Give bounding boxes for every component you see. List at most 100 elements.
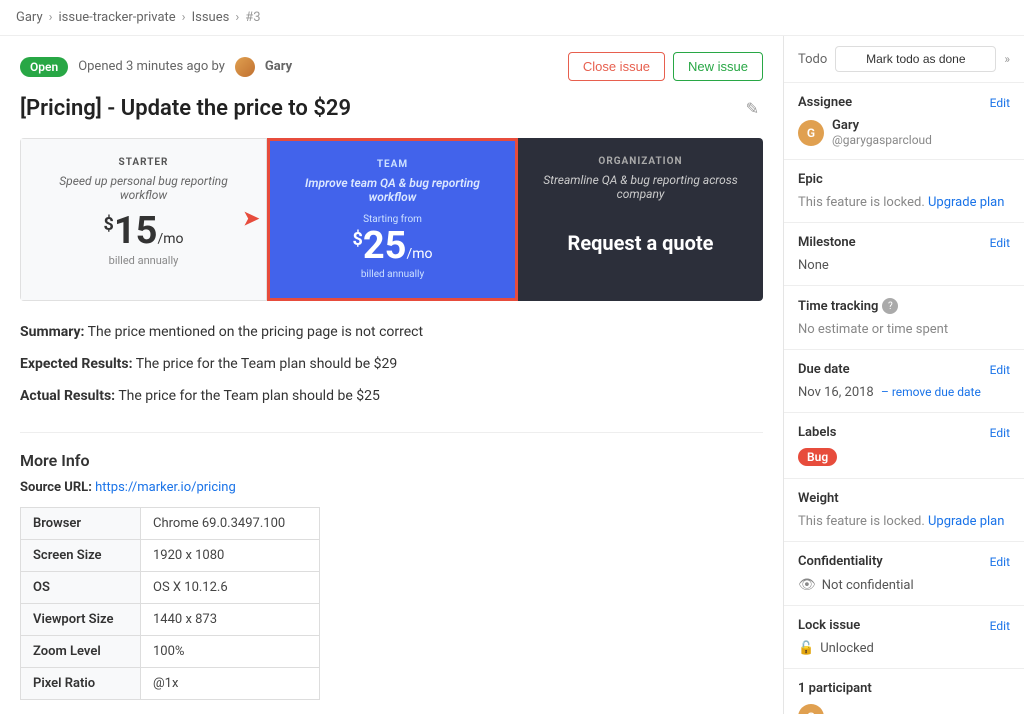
todo-bar: Todo Mark todo as done » [784, 36, 1024, 83]
table-cell-value: Chrome 69.0.3497.100 [141, 507, 320, 539]
team-desc: Improve team QA & bug reporting workflow [284, 176, 501, 204]
table-cell-key: Browser [21, 507, 141, 539]
team-note: billed annually [361, 269, 424, 280]
breadcrumb-issues[interactable]: Issues [192, 10, 230, 25]
assignee-row: G Gary @garygasparcloud [798, 118, 1010, 147]
new-issue-button[interactable]: New issue [673, 52, 763, 81]
epic-upgrade-link[interactable]: Upgrade plan [928, 195, 1004, 210]
starter-label: STARTER [119, 157, 169, 168]
source-url-link[interactable]: https://marker.io/pricing [95, 480, 236, 495]
close-issue-button[interactable]: Close issue [568, 52, 665, 81]
table-cell-value: @1x [141, 667, 320, 699]
labels-section: Labels Edit Bug [784, 413, 1024, 479]
pricing-image: STARTER Speed up personal bug reporting … [20, 138, 763, 301]
more-info-section: More Info Source URL: https://marker.io/… [20, 451, 763, 700]
epic-header: Epic [798, 172, 1010, 187]
table-row: Viewport Size1440 x 873 [21, 603, 320, 635]
org-cta: Request a quote [568, 231, 714, 255]
lock-value: Unlocked [820, 641, 874, 656]
participants-title: 1 participant [798, 681, 872, 696]
lock-title: Lock issue [798, 618, 860, 633]
time-tracking-title: Time tracking [798, 299, 878, 314]
table-cell-value: OS X 10.12.6 [141, 571, 320, 603]
todo-chevron-icon[interactable]: » [1004, 52, 1010, 66]
table-row: OSOS X 10.12.6 [21, 571, 320, 603]
table-cell-value: 100% [141, 635, 320, 667]
table-cell-value: 1920 x 1080 [141, 539, 320, 571]
mark-todo-done-button[interactable]: Mark todo as done [835, 46, 996, 72]
expected-paragraph: Expected Results: The price for the Team… [20, 353, 763, 375]
team-label: TEAM [377, 159, 408, 170]
milestone-edit-link[interactable]: Edit [990, 236, 1010, 250]
confidentiality-header: Confidentiality Edit [798, 554, 1010, 569]
card-team: ➤ TEAM Improve team QA & bug reporting w… [267, 138, 518, 301]
label-bug-badge: Bug [798, 448, 837, 466]
table-cell-key: Viewport Size [21, 603, 141, 635]
table-row: Zoom Level100% [21, 635, 320, 667]
epic-locked-text: This feature is locked. Upgrade plan [798, 195, 1010, 210]
labels-header: Labels Edit [798, 425, 1010, 440]
time-tracking-header: Time tracking ? [798, 298, 1010, 314]
weight-header: Weight [798, 491, 1010, 506]
red-arrow-icon: ➤ [242, 207, 260, 232]
time-info-icon[interactable]: ? [882, 298, 898, 314]
table-cell-key: OS [21, 571, 141, 603]
status-badge: Open [20, 57, 68, 77]
issue-meta: Open Opened 3 minutes ago by Gary [20, 57, 292, 77]
due-date-section: Due date Edit Nov 16, 2018 – remove due … [784, 350, 1024, 413]
due-date-edit-link[interactable]: Edit [990, 363, 1010, 377]
assignee-name: Gary [832, 118, 932, 133]
labels-edit-link[interactable]: Edit [990, 426, 1010, 440]
issue-title-row: [Pricing] - Update the price to $29 ✎ [20, 95, 763, 124]
due-date-title: Due date [798, 362, 850, 377]
source-url-row: Source URL: https://marker.io/pricing [20, 480, 763, 495]
breadcrumb-repo[interactable]: issue-tracker-private [59, 10, 176, 25]
assignee-section: Assignee Edit G Gary @garygasparcloud [784, 83, 1024, 160]
lock-section: Lock issue Edit 🔓 Unlocked [784, 606, 1024, 669]
breadcrumb-gary[interactable]: Gary [16, 10, 43, 25]
participants-row: G [798, 704, 1010, 714]
confidentiality-value: Not confidential [822, 578, 914, 593]
lock-edit-link[interactable]: Edit [990, 619, 1010, 633]
confidentiality-section: Confidentiality Edit 👁 Not confidential [784, 542, 1024, 606]
edit-title-icon[interactable]: ✎ [742, 95, 763, 122]
lock-value-row: 🔓 Unlocked [798, 641, 1010, 656]
issue-body: Summary: The price mentioned on the pric… [20, 321, 763, 408]
participant-avatar: G [798, 704, 824, 714]
time-tracking-value: No estimate or time spent [798, 322, 1010, 337]
epic-title: Epic [798, 172, 823, 187]
confidentiality-value-row: 👁 Not confidential [798, 577, 1010, 593]
issue-title: [Pricing] - Update the price to $29 [20, 95, 351, 124]
confidentiality-edit-link[interactable]: Edit [990, 555, 1010, 569]
more-info-heading: More Info [20, 451, 763, 470]
main-content: Open Opened 3 minutes ago by Gary Close … [0, 36, 784, 714]
assignee-info: Gary @garygasparcloud [832, 118, 932, 147]
assignee-edit-link[interactable]: Edit [990, 96, 1010, 110]
assignee-title: Assignee [798, 95, 852, 110]
eye-icon: 👁 [798, 577, 816, 593]
actual-paragraph: Actual Results: The price for the Team p… [20, 385, 763, 407]
expected-label: Expected Results: [20, 356, 133, 372]
table-cell-key: Zoom Level [21, 635, 141, 667]
milestone-header: Milestone Edit [798, 235, 1010, 250]
card-starter: STARTER Speed up personal bug reporting … [20, 138, 267, 301]
starter-desc: Speed up personal bug reporting workflow [35, 174, 252, 202]
card-org: ORGANIZATION Streamline QA & bug reporti… [518, 138, 763, 301]
lock-header: Lock issue Edit [798, 618, 1010, 633]
due-date-header: Due date Edit [798, 362, 1010, 377]
table-cell-value: 1440 x 873 [141, 603, 320, 635]
due-date-value: Nov 16, 2018 – remove due date [798, 385, 1010, 400]
remove-due-date-link[interactable]: – remove due date [881, 385, 981, 399]
source-label: Source URL: [20, 480, 92, 495]
unlock-icon: 🔓 [798, 641, 814, 656]
summary-label: Summary: [20, 324, 84, 340]
issue-header: Open Opened 3 minutes ago by Gary Close … [20, 52, 763, 81]
weight-section: Weight This feature is locked. Upgrade p… [784, 479, 1024, 542]
assignee-avatar: G [798, 120, 824, 146]
weight-upgrade-link[interactable]: Upgrade plan [928, 514, 1004, 529]
confidentiality-title: Confidentiality [798, 554, 883, 569]
time-tracking-title-row: Time tracking ? [798, 298, 898, 314]
todo-label: Todo [798, 52, 827, 67]
header-buttons: Close issue New issue [568, 52, 763, 81]
info-table: BrowserChrome 69.0.3497.100Screen Size19… [20, 507, 320, 700]
